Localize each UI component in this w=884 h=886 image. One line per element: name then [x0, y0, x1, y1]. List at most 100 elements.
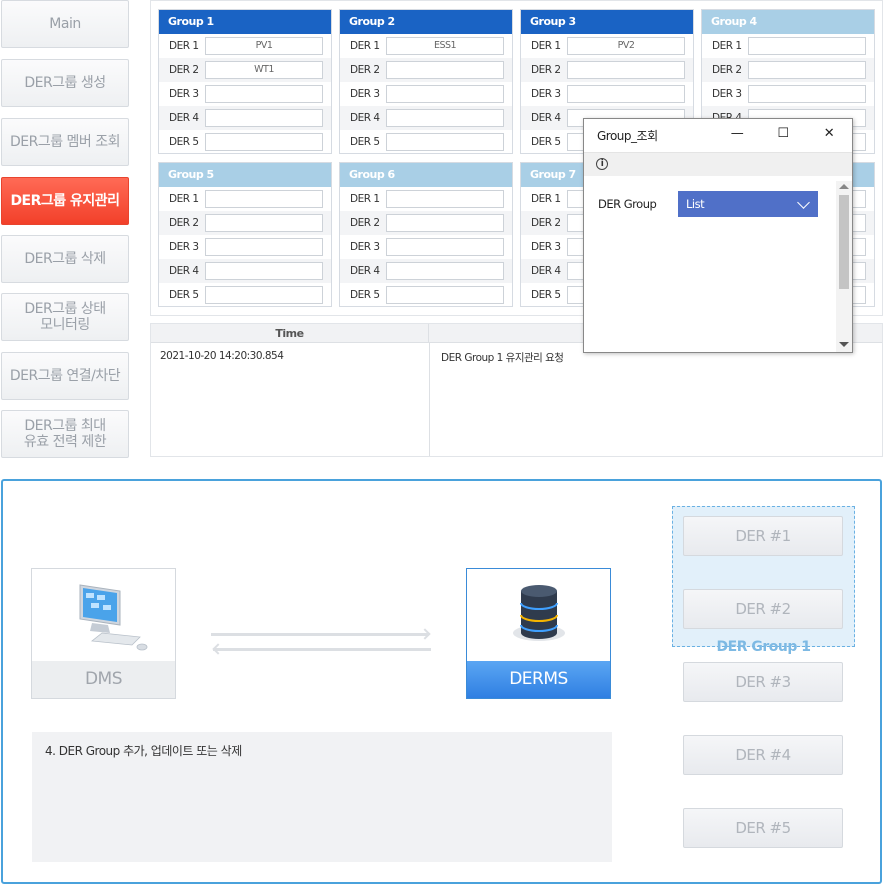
der-slot-label: DER 5 — [531, 289, 561, 301]
group-panel-title[interactable]: Group 5 — [159, 163, 331, 187]
nav-der-group-connect-disconnect-button[interactable]: DER그룹 연결/차단 — [1, 352, 129, 400]
der-slot-field[interactable] — [748, 85, 866, 103]
log-entry-time: 2021-10-20 14:20:30.854 — [160, 350, 284, 362]
der-slot-label: DER 3 — [531, 88, 561, 100]
group-query-dialog: Group_조회 — ☐ ✕ i DER Group List — [583, 118, 853, 353]
der-slot-field[interactable] — [386, 133, 504, 151]
der-slot-label: DER 2 — [350, 64, 380, 76]
scroll-up-icon[interactable] — [839, 184, 849, 189]
dialog-scrollbar[interactable] — [836, 181, 852, 352]
der-slot-field[interactable] — [205, 133, 323, 151]
der-slot-field[interactable] — [386, 109, 504, 127]
der-slot-field[interactable] — [205, 85, 323, 103]
der-slot-label: DER 5 — [350, 289, 380, 301]
der-1-button[interactable]: DER #1 — [683, 516, 843, 556]
der-slot-field[interactable] — [205, 214, 323, 232]
der-slot-field[interactable] — [386, 190, 504, 208]
der-slot-label: DER 3 — [712, 88, 742, 100]
der-slot-field[interactable] — [386, 61, 504, 79]
der-slot-field[interactable] — [205, 238, 323, 256]
der-slot-label: DER 2 — [531, 64, 561, 76]
der-slot-field[interactable]: PV2 — [567, 37, 685, 55]
der-4-button[interactable]: DER #4 — [683, 735, 843, 775]
log-column-divider — [429, 343, 430, 456]
der-slot-label: DER 1 — [350, 40, 380, 52]
dms-label: DMS — [32, 661, 175, 698]
der-slot-label: DER 3 — [169, 88, 199, 100]
scroll-down-icon[interactable] — [839, 342, 849, 347]
der-slot-label: DER 4 — [169, 112, 199, 124]
der-row: DER 5 — [340, 130, 512, 154]
der-slot-label: DER 3 — [531, 241, 561, 253]
der-slot-field[interactable] — [748, 37, 866, 55]
der-row: DER 3 — [340, 235, 512, 259]
nav-main-button[interactable]: Main — [1, 0, 129, 48]
chevron-down-icon — [797, 196, 810, 209]
der-slot-field[interactable] — [567, 85, 685, 103]
minimize-icon[interactable]: — — [727, 124, 747, 144]
der-slot-label: DER 2 — [169, 217, 199, 229]
info-icon[interactable]: i — [596, 158, 608, 170]
nav-der-group-member-query-button[interactable]: DER그룹 멤버 조회 — [1, 118, 129, 166]
scrollbar-thumb[interactable] — [839, 195, 849, 289]
log-entry-message: DER Group 1 유지관리 요청 — [441, 352, 564, 364]
der-row: DER 3 — [521, 82, 693, 106]
der-row: DER 3 — [702, 82, 874, 106]
der-row: DER 4 — [340, 106, 512, 130]
log-time-header: Time — [151, 324, 429, 343]
der-slot-label: DER 3 — [350, 241, 380, 253]
der-slot-label: DER 2 — [169, 64, 199, 76]
der-slot-field[interactable]: PV1 — [205, 37, 323, 55]
der-slot-label: DER 3 — [350, 88, 380, 100]
der-slot-label: DER 2 — [350, 217, 380, 229]
der-slot-field[interactable] — [386, 214, 504, 232]
der-3-button[interactable]: DER #3 — [683, 662, 843, 702]
der-row: DER 1 PV1 — [159, 34, 331, 58]
der-slot-field[interactable] — [386, 85, 504, 103]
der-slot-field[interactable]: ESS1 — [386, 37, 504, 55]
derms-node: DERMS — [466, 568, 611, 699]
der-row: DER 5 — [159, 283, 331, 307]
der-row: DER 4 — [159, 106, 331, 130]
der-2-button[interactable]: DER #2 — [683, 589, 843, 629]
der-slot-field[interactable] — [205, 286, 323, 304]
der-group-1-label: DER Group 1 — [716, 639, 811, 655]
nav-der-group-max-power-limit-button[interactable]: DER그룹 최대 유효 전력 제한 — [1, 410, 129, 458]
group-panel-title[interactable]: Group 4 — [702, 10, 874, 34]
der-row: DER 2 — [340, 58, 512, 82]
group-panel-title[interactable]: Group 3 — [521, 10, 693, 34]
der-slot-field[interactable] — [386, 286, 504, 304]
computer-icon — [79, 584, 148, 651]
group-panel-title[interactable]: Group 2 — [340, 10, 512, 34]
der-slot-field[interactable] — [748, 61, 866, 79]
der-group-diagram: DMS DERMS DER Group 1 DER #1 DER #2 DER … — [1, 479, 882, 884]
der-slot-label: DER 4 — [531, 112, 561, 124]
der-slot-field[interactable] — [567, 61, 685, 79]
der-slot-field[interactable] — [205, 190, 323, 208]
der-slot-label: DER 5 — [169, 136, 199, 148]
dialog-info-bar: i — [584, 152, 852, 176]
der-slot-label: DER 1 — [531, 40, 561, 52]
maximize-icon[interactable]: ☐ — [773, 124, 793, 144]
der-slot-field[interactable] — [386, 262, 504, 280]
group-panel-title[interactable]: Group 1 — [159, 10, 331, 34]
der-5-button[interactable]: DER #5 — [683, 808, 843, 848]
close-icon[interactable]: ✕ — [819, 124, 839, 144]
group-panel: Group 6 DER 1 DER 2 DER 3 DER 4 DER 5 — [339, 162, 513, 307]
group-panel: Group 2 DER 1 ESS1 DER 2 DER 3 DER 4 DER 5 — [339, 9, 513, 154]
der-group-select[interactable]: List — [678, 191, 818, 217]
nav-der-group-delete-button[interactable]: DER그룹 삭제 — [1, 235, 129, 283]
der-slot-field[interactable] — [205, 109, 323, 127]
derms-label: DERMS — [467, 661, 610, 698]
database-icon — [513, 585, 565, 641]
der-row: DER 4 — [159, 259, 331, 283]
der-slot-field[interactable] — [386, 238, 504, 256]
der-slot-field[interactable] — [205, 262, 323, 280]
der-slot-field[interactable]: WT1 — [205, 61, 323, 79]
nav-der-group-create-button[interactable]: DER그룹 생성 — [1, 59, 129, 107]
group-panel-title[interactable]: Group 6 — [340, 163, 512, 187]
der-row: DER 3 — [159, 82, 331, 106]
nav-der-group-status-monitoring-button[interactable]: DER그룹 상태 모니터링 — [1, 293, 129, 341]
nav-der-group-maintenance-button[interactable]: DER그룹 유지관리 — [1, 177, 129, 225]
der-row: DER 1 — [340, 187, 512, 211]
